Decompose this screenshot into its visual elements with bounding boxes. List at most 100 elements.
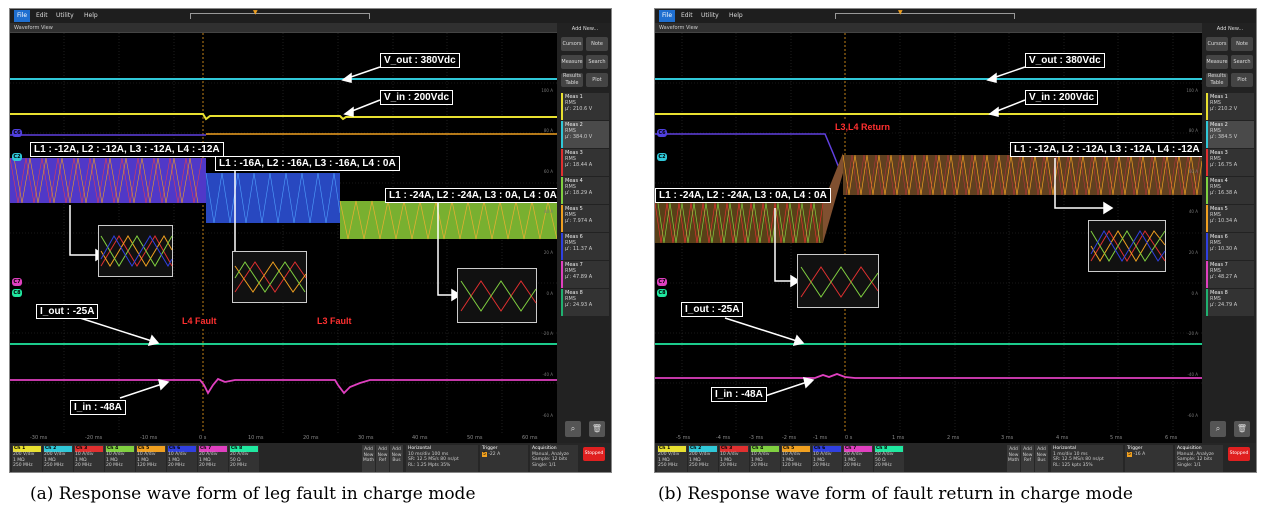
ch5-badge[interactable]: Ch 5 10 A/div 1 MΩ 120 MHz	[136, 445, 166, 472]
add-new-bus-button[interactable]: Add New Bus	[390, 445, 403, 472]
menu-file[interactable]: File	[14, 10, 31, 22]
meas-1[interactable]: Meas 1 RMS μ': 210.2 V	[1206, 93, 1254, 120]
trigger-panel[interactable]: Trigger 5 -22 A	[480, 445, 528, 472]
scale-tick: 60 A	[1188, 169, 1198, 174]
add-new-ref-button[interactable]: Add New Ref	[1021, 445, 1034, 472]
search-button[interactable]: Search	[1231, 55, 1253, 69]
menu-help[interactable]: Help	[84, 12, 98, 19]
stopped-button[interactable]: Stopped	[583, 447, 605, 461]
ch6-marker-icon[interactable]: C6	[12, 129, 22, 137]
meas-3[interactable]: Meas 3 RMS μ': 16.75 A	[1206, 149, 1254, 176]
note-button[interactable]: Note	[1231, 37, 1253, 51]
trash-icon[interactable]: 🗑	[1234, 421, 1250, 437]
l3-fault-label: L3 Fault	[315, 315, 354, 327]
ch7-marker-icon[interactable]: C7	[12, 278, 22, 286]
menu-help[interactable]: Help	[729, 12, 743, 19]
acquisition-panel[interactable]: Acquisition Manual, Analyze Sample: 12 bit…	[530, 445, 578, 472]
meas-4[interactable]: Meas 4 RMS μ': 16.38 A	[1206, 177, 1254, 204]
acquisition-panel[interactable]: Acquisition Manual, Analyze Sample: 12 bit…	[1175, 445, 1223, 472]
trash-icon[interactable]: 🗑	[589, 421, 605, 437]
meas-2[interactable]: Meas 2 RMS μ': 384.5 V	[1206, 121, 1254, 148]
meas-6[interactable]: Meas 6 RMS μ': 10.30 A	[1206, 233, 1254, 260]
meas-4[interactable]: Meas 4 RMS μ': 18.29 A	[561, 177, 609, 204]
ch7-badge[interactable]: Ch 7 20 A/div 1 MΩ 20 MHz	[843, 445, 873, 472]
horizontal-panel[interactable]: Horizontal 10 ms/div 100 ms SR: 12.5 MS/s …	[406, 445, 478, 472]
meas-3[interactable]: Meas 3 RMS μ': 18.44 A	[561, 149, 609, 176]
ch7-marker-icon[interactable]: C7	[657, 278, 667, 286]
results-table-button[interactable]: Results Table	[1206, 73, 1228, 87]
oscilloscope-window-a: File Edit Utility Help ▼ Waveform View C…	[9, 8, 612, 473]
plot-button[interactable]: Plot	[586, 73, 608, 87]
ch2-marker-icon[interactable]: C2	[12, 153, 22, 161]
scale-tick: 80 A	[1188, 128, 1198, 133]
search-button[interactable]: Search	[586, 55, 608, 69]
meas-5[interactable]: Meas 5 RMS μ': 7.974 A	[561, 205, 609, 232]
meas-1[interactable]: Meas 1 RMS μ': 210.6 V	[561, 93, 609, 120]
waveform-plot[interactable]: C6 C2 C7 C8 V_out : 380Vdc V_in : 200Vdc…	[10, 33, 561, 443]
cursors-button[interactable]: Cursors	[561, 37, 583, 51]
ch8-badge[interactable]: Ch 8 20 A/div 50 Ω 20 MHz	[874, 445, 904, 472]
record-view-bar[interactable]: ▼	[835, 9, 1015, 19]
meas-7[interactable]: Meas 7 RMS μ': 47.89 A	[561, 261, 609, 288]
menu-file[interactable]: File	[659, 10, 676, 22]
stopped-button[interactable]: Stopped	[1228, 447, 1250, 461]
meas-6[interactable]: Meas 6 RMS μ': 11.37 A	[561, 233, 609, 260]
time-tick: 4 ms	[1056, 435, 1069, 441]
horizontal-panel[interactable]: Horizontal 1 ms/div 10 ms SR: 12.5 MS/s 80…	[1051, 445, 1123, 472]
settings-bar: Ch 1 200 V/div 1 MΩ 250 MHz Ch 2 200 V/div 1 …	[10, 443, 611, 472]
record-view-bar[interactable]: ▼	[190, 9, 370, 19]
time-tick: 1 ms	[892, 435, 905, 441]
add-new-math-button[interactable]: Add New Math	[1007, 445, 1020, 472]
ch6-badge[interactable]: Ch 6 10 A/div 1 MΩ 20 MHz	[167, 445, 197, 472]
ch4-badge[interactable]: Ch 4 10 A/div 1 MΩ 20 MHz	[750, 445, 780, 472]
zoom-icon[interactable]: ⌕	[1210, 421, 1226, 437]
add-new-math-button[interactable]: Add New Math	[362, 445, 375, 472]
ch5-badge[interactable]: Ch 5 10 A/div 1 MΩ 120 MHz	[781, 445, 811, 472]
note-button[interactable]: Note	[586, 37, 608, 51]
add-new-ref-button[interactable]: Add New Ref	[376, 445, 389, 472]
measure-button[interactable]: Measure	[1206, 55, 1228, 69]
ch4-badge[interactable]: Ch 4 10 A/div 1 MΩ 20 MHz	[105, 445, 135, 472]
ch8-marker-icon[interactable]: C8	[12, 289, 22, 297]
scale-tick: 80 A	[543, 128, 553, 133]
menu-edit[interactable]: Edit	[681, 12, 693, 19]
ch3-badge[interactable]: Ch 3 10 A/div 1 MΩ 20 MHz	[74, 445, 104, 472]
trigger-panel[interactable]: Trigger 5 -16 A	[1125, 445, 1173, 472]
add-new-title: Add New...	[571, 26, 599, 32]
time-tick: 10 ms	[248, 435, 264, 441]
scale-tick: 20 A	[543, 250, 553, 255]
time-tick: -5 ms	[676, 435, 691, 441]
ch1-badge[interactable]: Ch 1 200 V/div 1 MΩ 250 MHz	[12, 445, 42, 472]
ch6-marker-icon[interactable]: C6	[657, 129, 667, 137]
menu-utility[interactable]: Utility	[701, 12, 719, 19]
ch6-badge[interactable]: Ch 6 10 A/div 1 MΩ 20 MHz	[812, 445, 842, 472]
plot-button[interactable]: Plot	[1231, 73, 1253, 87]
time-tick: 6 ms	[1165, 435, 1178, 441]
measure-button[interactable]: Measure	[561, 55, 583, 69]
meas-8[interactable]: Meas 8 RMS μ': 24.93 A	[561, 289, 609, 316]
ch2-marker-icon[interactable]: C2	[657, 153, 667, 161]
results-table-button[interactable]: Results Table	[561, 73, 583, 87]
cursors-button[interactable]: Cursors	[1206, 37, 1228, 51]
menu-utility[interactable]: Utility	[56, 12, 74, 19]
current-label-24a: L1 : -24A, L2 : -24A, L3 : 0A, L4 : 0A	[385, 188, 561, 203]
waveform-plot[interactable]: C6 C2 C7 C8 V_out : 380Vdc V_in : 200Vdc…	[655, 33, 1204, 443]
ch7-badge[interactable]: Ch 7 20 A/div 1 MΩ 20 MHz	[198, 445, 228, 472]
time-tick: 0 s	[199, 435, 207, 441]
vin-label: V_in : 200Vdc	[380, 90, 454, 105]
meas-7[interactable]: Meas 7 RMS μ': 48.27 A	[1206, 261, 1254, 288]
menu-edit[interactable]: Edit	[36, 12, 48, 19]
meas-2[interactable]: Meas 2 RMS μ': 384.0 V	[561, 121, 609, 148]
add-new-bus-button[interactable]: Add New Bus	[1035, 445, 1048, 472]
ch2-badge[interactable]: Ch 2 200 V/div 1 MΩ 250 MHz	[43, 445, 73, 472]
meas-8[interactable]: Meas 8 RMS μ': 24.79 A	[1206, 289, 1254, 316]
ch8-marker-icon[interactable]: C8	[657, 289, 667, 297]
ch2-badge[interactable]: Ch 2 200 V/div 1 MΩ 250 MHz	[688, 445, 718, 472]
meas-5[interactable]: Meas 5 RMS μ': 10.34 A	[1206, 205, 1254, 232]
zoom-icon[interactable]: ⌕	[565, 421, 581, 437]
ch3-badge[interactable]: Ch 3 10 A/div 1 MΩ 20 MHz	[719, 445, 749, 472]
ch1-badge[interactable]: Ch 1 200 V/div 1 MΩ 250 MHz	[657, 445, 687, 472]
ch8-badge[interactable]: Ch 8 20 A/div 50 Ω 20 MHz	[229, 445, 259, 472]
iin-label: I_in : -48A	[711, 387, 767, 402]
scale-tick: -40 A	[542, 372, 553, 377]
